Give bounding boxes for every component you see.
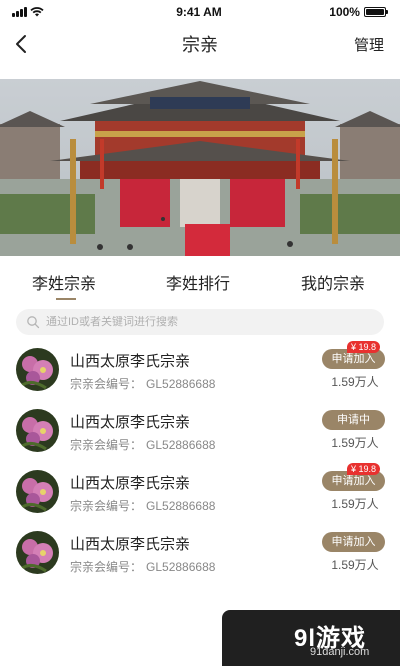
clan-name: 山西太原李氏宗亲 xyxy=(70,536,191,553)
status-time: 9:41 AM xyxy=(176,5,222,19)
price-badge: ¥ 19.8 xyxy=(347,463,381,475)
pending-button[interactable]: 申请中 xyxy=(322,410,385,430)
battery-group: 100% xyxy=(306,5,388,19)
battery-percent: 100% xyxy=(329,5,360,19)
clan-code-label: 宗亲会编号： xyxy=(70,499,143,513)
clan-code-value: GL52886688 xyxy=(146,499,216,513)
watermark-url: 91danji.com xyxy=(310,646,370,658)
clan-code: 宗亲会编号： GL52886688 xyxy=(70,497,215,514)
back-arrow-icon[interactable] xyxy=(10,32,34,56)
active-tab-indicator xyxy=(56,298,76,300)
list-item[interactable]: 山西太原李氏宗亲 宗亲会编号： GL52886688 申请中 1.59万人 xyxy=(0,401,400,461)
tab-li-ranking[interactable]: 李姓排行 xyxy=(166,270,230,294)
temple-photo xyxy=(0,79,400,256)
tab-li-clan[interactable]: 李姓宗亲 xyxy=(32,270,96,294)
clan-name: 山西太原李氏宗亲 xyxy=(70,353,191,370)
clan-name: 山西太原李氏宗亲 xyxy=(70,475,191,492)
clan-code-label: 宗亲会编号： xyxy=(70,560,143,574)
clan-code-value: GL52886688 xyxy=(146,377,216,391)
search-input[interactable] xyxy=(46,316,366,328)
clan-name: 山西太原李氏宗亲 xyxy=(70,414,191,431)
clan-code-label: 宗亲会编号： xyxy=(70,438,143,452)
avatar xyxy=(16,348,59,391)
apply-button[interactable]: 申请加入 xyxy=(322,532,385,552)
avatar xyxy=(16,531,59,574)
list-item[interactable]: 山西太原李氏宗亲 宗亲会编号： GL52886688 申请加入 1.59万人 xyxy=(0,523,400,583)
price-badge: ¥ 19.8 xyxy=(347,341,381,353)
clan-code-value: GL52886688 xyxy=(146,438,216,452)
clan-code: 宗亲会编号： GL52886688 xyxy=(70,436,215,453)
member-count: 1.59万人 xyxy=(331,436,379,450)
clan-code: 宗亲会编号： GL52886688 xyxy=(70,375,215,392)
list-item[interactable]: 山西太原李氏宗亲 宗亲会编号： GL52886688 申请加入 ¥ 19.8 1.… xyxy=(0,462,400,522)
avatar xyxy=(16,409,59,452)
signal-wifi-group xyxy=(12,7,92,17)
signal-icon xyxy=(12,7,27,17)
member-count: 1.59万人 xyxy=(331,558,379,572)
status-bar: 9:41 AM 100% xyxy=(0,0,400,24)
wifi-icon xyxy=(30,7,44,17)
list-item[interactable]: 山西太原李氏宗亲 宗亲会编号： GL52886688 申请加入 ¥ 19.8 1.… xyxy=(0,340,400,400)
avatar xyxy=(16,470,59,513)
clan-code-label: 宗亲会编号： xyxy=(70,377,143,391)
tab-bar: 李姓宗亲 李姓排行 我的宗亲 xyxy=(0,270,400,304)
manage-button[interactable]: 管理 xyxy=(354,34,384,55)
search-icon xyxy=(27,316,40,329)
page-title: 宗亲 xyxy=(182,35,218,55)
clan-code-value: GL52886688 xyxy=(146,560,216,574)
tab-my-clan[interactable]: 我的宗亲 xyxy=(301,270,365,294)
member-count: 1.59万人 xyxy=(331,497,379,511)
banner-image[interactable] xyxy=(0,79,400,256)
clan-code: 宗亲会编号： GL52886688 xyxy=(70,558,215,575)
member-count: 1.59万人 xyxy=(331,375,379,389)
battery-icon xyxy=(363,7,388,17)
search-bar xyxy=(16,309,384,335)
nav-bar: 宗亲 管理 xyxy=(0,24,400,64)
